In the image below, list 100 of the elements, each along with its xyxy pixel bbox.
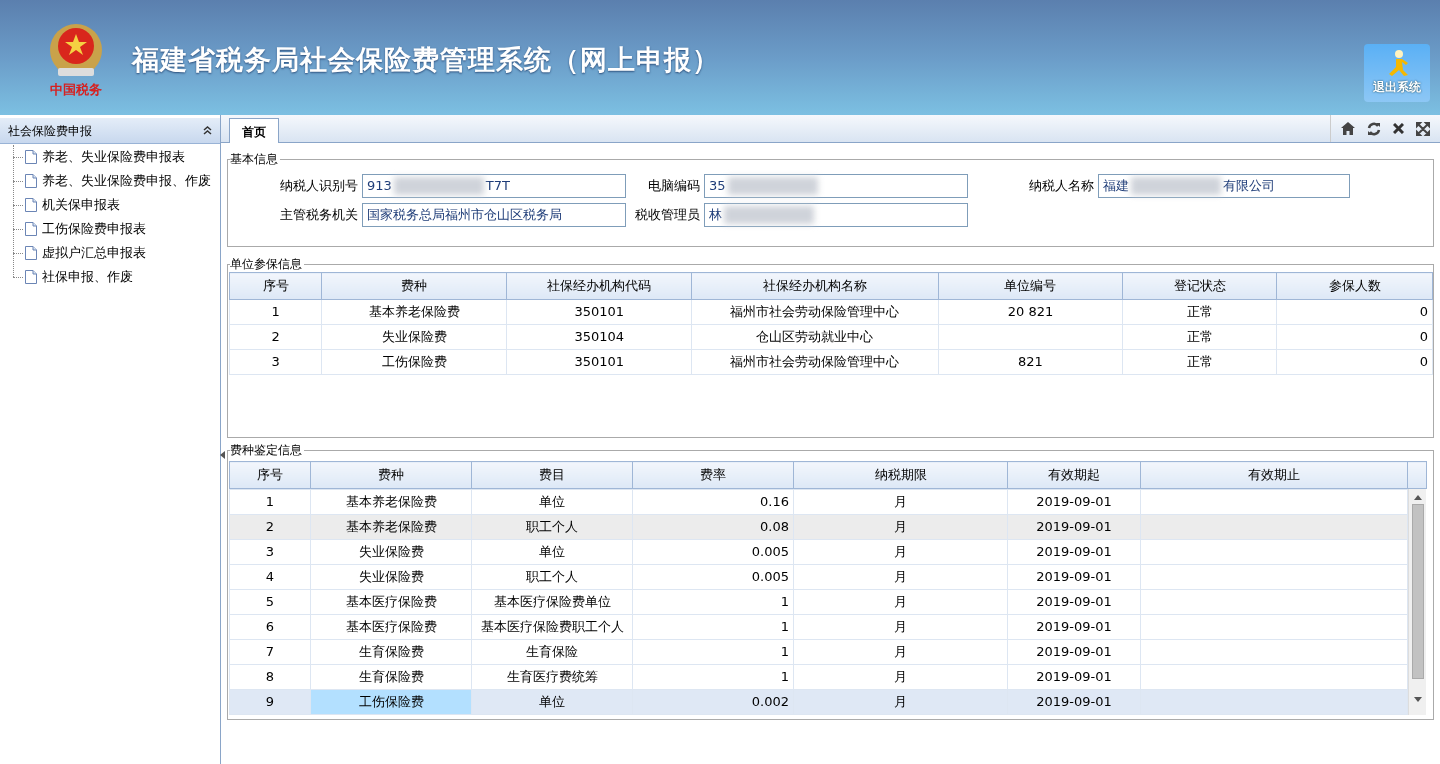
- table-cell: 工伤保险费: [321, 349, 507, 375]
- table-cell: 9: [229, 689, 311, 715]
- table-cell: 2019-09-01: [1007, 689, 1141, 715]
- column-header: 参保人数: [1276, 272, 1433, 300]
- table-cell: 月: [793, 614, 1008, 640]
- table-cell: 单位: [471, 689, 633, 715]
- table-cell: 0.005: [632, 564, 794, 590]
- table-cell: 2019-09-01: [1007, 614, 1141, 640]
- table-row[interactable]: 2 基本养老保险费 职工个人 0.08 月 2019-09-01: [229, 514, 1408, 540]
- table-cell: 生育医疗费统筹: [471, 664, 633, 690]
- sidebar-item[interactable]: 养老、失业保险费申报表: [42, 147, 185, 167]
- table-row[interactable]: 5 基本医疗保险费 基本医疗保险费单位 1 月 2019-09-01: [229, 589, 1408, 615]
- table-cell: 0.16: [632, 489, 794, 515]
- table-cell: 0: [1276, 349, 1433, 375]
- table-cell: 职工个人: [471, 564, 633, 590]
- tab[interactable]: 首页: [229, 118, 279, 143]
- column-header: 纳税期限: [793, 461, 1008, 489]
- table-cell: 基本养老保险费: [310, 489, 472, 515]
- table-cell: 4: [229, 564, 311, 590]
- table-cell: 0.005: [632, 539, 794, 565]
- table-cell: 基本养老保险费: [310, 514, 472, 540]
- column-header: 序号: [229, 272, 322, 300]
- document-icon: [25, 150, 37, 164]
- table-cell: 3: [229, 349, 322, 375]
- table-cell: 1: [632, 589, 794, 615]
- table-cell: 月: [793, 664, 1008, 690]
- table-row[interactable]: 7 生育保险费 生育保险 1 月 2019-09-01: [229, 639, 1408, 665]
- sidebar-item[interactable]: 机关保申报表: [42, 195, 120, 215]
- table-cell: 2019-09-01: [1007, 639, 1141, 665]
- document-icon: [25, 198, 37, 212]
- column-header: 费种: [321, 272, 507, 300]
- table-cell: 2: [229, 514, 311, 540]
- input-field[interactable]: 913 T7T: [362, 174, 626, 198]
- table-cell: 福州市社会劳动保险管理中心: [691, 299, 938, 325]
- table-cell: 2019-09-01: [1007, 589, 1141, 615]
- table-cell: 月: [793, 589, 1008, 615]
- table-cell: 福州市社会劳动保险管理中心: [691, 349, 938, 375]
- section-title: 单位参保信息: [230, 257, 304, 271]
- refresh-icon[interactable]: [1367, 121, 1381, 136]
- scroll-up-icon[interactable]: [1413, 495, 1422, 500]
- sidebar-item[interactable]: 工伤保险费申报表: [42, 219, 146, 239]
- splitter-arrow-icon[interactable]: [220, 451, 225, 459]
- table-cell: 单位: [471, 539, 633, 565]
- table-cell: 2019-09-01: [1007, 664, 1141, 690]
- table-cell: 职工个人: [471, 514, 633, 540]
- table-row[interactable]: 1 基本养老保险费 单位 0.16 月 2019-09-01: [229, 489, 1408, 515]
- input-field[interactable]: 35: [704, 174, 968, 198]
- document-icon: [25, 222, 37, 236]
- column-header: 有效期止: [1140, 461, 1408, 489]
- table-cell: 基本医疗保险费: [310, 614, 472, 640]
- home-icon[interactable]: [1341, 122, 1355, 135]
- table-cell: 1: [229, 489, 311, 515]
- sidebar-item[interactable]: 虚拟户汇总申报表: [42, 243, 146, 263]
- column-header: 有效期起: [1007, 461, 1141, 489]
- table-cell: 失业保险费: [321, 324, 507, 350]
- table-cell: 1: [632, 614, 794, 640]
- table-cell: 仓山区劳动就业中心: [691, 324, 938, 350]
- table-cell: 350101: [506, 349, 692, 375]
- table-cell: 失业保险费: [310, 539, 472, 565]
- scroll-down-icon[interactable]: [1413, 697, 1422, 702]
- table-cell: 生育保险: [471, 639, 633, 665]
- table-cell: 350101: [506, 299, 692, 325]
- table-cell: 1: [632, 664, 794, 690]
- column-header: 费种: [310, 461, 472, 489]
- sidebar-item[interactable]: 养老、失业保险费申报、作废: [42, 171, 211, 191]
- table-cell: 5: [229, 589, 311, 615]
- table-row[interactable]: 9 工伤保险费 单位 0.002 月 2019-09-01: [229, 689, 1408, 715]
- table-cell: 20 821: [938, 299, 1123, 325]
- table-cell: 月: [793, 639, 1008, 665]
- table-cell: 6: [229, 614, 311, 640]
- table-row[interactable]: 4 失业保险费 职工个人 0.005 月 2019-09-01: [229, 564, 1408, 590]
- table-cell: 月: [793, 564, 1008, 590]
- table-cell: 2: [229, 324, 322, 350]
- table-cell: 月: [793, 514, 1008, 540]
- input-field[interactable]: 国家税务总局福州市仓山区税务局: [362, 203, 626, 227]
- table-cell: 7: [229, 639, 311, 665]
- column-header: 社保经办机构代码: [506, 272, 692, 300]
- close-icon[interactable]: [1393, 123, 1404, 134]
- scrollbar[interactable]: [1408, 489, 1426, 715]
- input-field[interactable]: 福建 有限公司: [1098, 174, 1350, 198]
- table-cell: 月: [793, 539, 1008, 565]
- table-cell: 月: [793, 489, 1008, 515]
- table-cell: 2019-09-01: [1007, 514, 1141, 540]
- table-row[interactable]: 6 基本医疗保险费 基本医疗保险费职工个人 1 月 2019-09-01: [229, 614, 1408, 640]
- input-field[interactable]: 林: [704, 203, 968, 227]
- sidebar-item[interactable]: 社保申报、作废: [42, 267, 133, 287]
- table-cell: 8: [229, 664, 311, 690]
- table-cell: 1: [632, 639, 794, 665]
- column-header: 登记状态: [1122, 272, 1277, 300]
- field-label: 纳税人名称: [1028, 177, 1094, 196]
- fullscreen-icon[interactable]: [1416, 121, 1430, 136]
- table-row[interactable]: 8 生育保险费 生育医疗费统筹 1 月 2019-09-01: [229, 664, 1408, 690]
- table-row[interactable]: 3 失业保险费 单位 0.005 月 2019-09-01: [229, 539, 1408, 565]
- field-label: 电脑编码: [647, 177, 700, 196]
- table-cell: 生育保险费: [310, 664, 472, 690]
- table-cell: 2019-09-01: [1007, 564, 1141, 590]
- collapse-icon[interactable]: [203, 126, 212, 135]
- table-cell: 单位: [471, 489, 633, 515]
- sidebar-title: 社会保险费申报: [8, 122, 92, 140]
- table-cell: 3: [229, 539, 311, 565]
